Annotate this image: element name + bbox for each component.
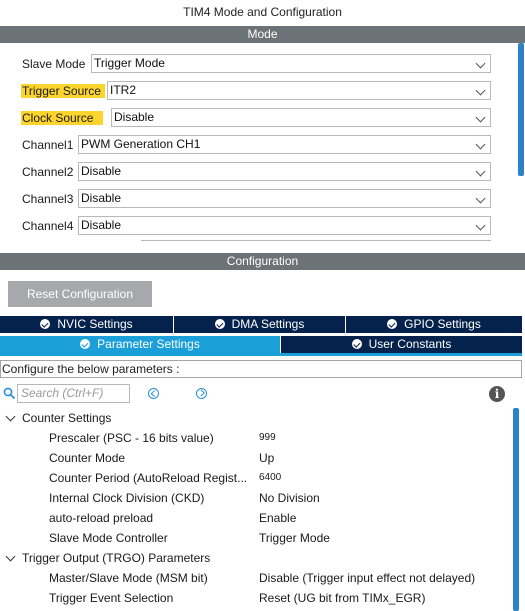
chevron-down-icon <box>475 166 486 177</box>
channel3-select[interactable]: Disable <box>78 189 491 208</box>
tab-nvic-settings[interactable]: NVIC Settings <box>0 316 174 333</box>
param-value-auto-reload-preload[interactable]: Enable <box>259 508 296 528</box>
trigger-source-label: Trigger Source <box>21 81 105 101</box>
next-row-edge <box>141 240 491 244</box>
param-name-counter-mode: Counter Mode <box>49 451 126 465</box>
tab-user-constants[interactable]: User Constants <box>281 336 522 353</box>
channel4-label: Channel4 <box>22 219 74 233</box>
check-circle-icon <box>387 319 398 329</box>
tab-underline <box>0 353 522 356</box>
group-trigger-output[interactable]: Trigger Output (TRGO) Parameters <box>22 548 210 568</box>
tab-parameter-settings[interactable]: Parameter Settings <box>0 336 281 353</box>
param-value-clock-division[interactable]: No Division <box>259 488 320 508</box>
tab-gpio-settings-label: GPIO Settings <box>404 317 481 331</box>
channel2-label: Channel2 <box>22 165 74 179</box>
check-circle-icon <box>80 339 91 349</box>
clock-source-value: Disable <box>114 110 155 124</box>
group-counter-settings[interactable]: Counter Settings <box>22 408 111 428</box>
check-circle-icon <box>214 319 225 329</box>
chevron-left-icon <box>151 390 158 397</box>
param-value-prescaler[interactable]: 999 <box>259 428 276 448</box>
param-name-trigger-event-selection: Trigger Event Selection <box>49 591 174 605</box>
slave-mode-select[interactable]: Trigger Mode <box>91 54 491 73</box>
slave-mode-label: Slave Mode <box>22 57 86 71</box>
chevron-down-icon <box>475 193 486 204</box>
param-name-slave-mode-controller: Slave Mode Controller <box>49 531 168 545</box>
window-title: TIM4 Mode and Configuration <box>0 0 525 24</box>
channel3-label: Channel3 <box>22 192 74 206</box>
parameters-scrollbar[interactable] <box>513 408 519 611</box>
parameters-description: Configure the below parameters : <box>0 360 522 378</box>
check-circle-icon <box>40 319 51 329</box>
configuration-section-header: Configuration <box>0 253 525 270</box>
tab-dma-settings-label: DMA Settings <box>231 317 305 331</box>
channel4-value: Disable <box>81 218 122 232</box>
chevron-down-icon[interactable] <box>5 411 16 422</box>
chevron-right-icon <box>197 390 205 397</box>
channel1-select[interactable]: PWM Generation CH1 <box>78 135 491 154</box>
tab-nvic-settings-label: NVIC Settings <box>57 317 133 331</box>
chevron-down-icon <box>475 85 486 96</box>
param-value-slave-mode-controller[interactable]: Trigger Mode <box>259 528 330 548</box>
chevron-down-icon <box>475 220 486 231</box>
clock-source-label-text: Clock Source <box>21 111 104 125</box>
param-name-prescaler: Prescaler (PSC - 16 bits value) <box>49 431 214 445</box>
reset-configuration-button[interactable]: Reset Configuration <box>8 281 152 307</box>
channel3-value: Disable <box>81 191 122 205</box>
chevron-down-icon[interactable] <box>5 551 16 562</box>
channel1-label: Channel1 <box>22 138 74 152</box>
search-previous-button[interactable] <box>148 388 159 399</box>
param-name-master-slave-mode: Master/Slave Mode (MSM bit) <box>49 571 208 585</box>
clock-source-label: Clock Source <box>21 108 104 128</box>
param-value-master-slave-mode[interactable]: Disable (Trigger input effect not delaye… <box>259 568 475 588</box>
mode-section-header: Mode <box>0 26 525 43</box>
info-icon[interactable]: i <box>489 386 505 402</box>
chevron-down-icon <box>475 112 486 123</box>
param-name-auto-reload-preload: auto-reload preload <box>49 511 154 525</box>
channel2-select[interactable]: Disable <box>78 162 491 181</box>
search-input[interactable]: Search (Ctrl+F) <box>17 384 130 403</box>
trigger-source-label-text: Trigger Source <box>21 84 105 98</box>
mode-scrollbar[interactable] <box>518 43 524 176</box>
search-next-button[interactable] <box>196 388 207 399</box>
param-value-counter-period[interactable]: 6400 <box>259 468 281 488</box>
channel2-value: Disable <box>81 164 122 178</box>
chevron-down-icon <box>475 139 486 150</box>
param-name-clock-division: Internal Clock Division (CKD) <box>49 491 205 505</box>
trigger-source-select[interactable]: ITR2 <box>107 81 491 100</box>
mode-panel: Slave Mode Trigger Mode Trigger Source I… <box>0 43 525 243</box>
param-value-counter-mode[interactable]: Up <box>259 448 274 468</box>
channel1-value: PWM Generation CH1 <box>81 137 201 151</box>
channel4-select[interactable]: Disable <box>78 216 491 235</box>
slave-mode-value: Trigger Mode <box>94 56 165 70</box>
param-value-trigger-event-selection[interactable]: Reset (UG bit from TIMx_EGR) <box>259 588 425 608</box>
tab-parameter-settings-label: Parameter Settings <box>97 337 200 351</box>
tab-gpio-settings[interactable]: GPIO Settings <box>346 316 522 333</box>
trigger-source-value: ITR2 <box>110 83 137 97</box>
tab-user-constants-label: User Constants <box>368 337 452 351</box>
search-icon <box>3 387 16 400</box>
clock-source-select[interactable]: Disable <box>111 108 491 127</box>
param-name-counter-period: Counter Period (AutoReload Regist... <box>49 471 248 485</box>
check-circle-icon <box>351 339 362 349</box>
tab-dma-settings[interactable]: DMA Settings <box>174 316 346 333</box>
chevron-down-icon <box>475 58 486 69</box>
